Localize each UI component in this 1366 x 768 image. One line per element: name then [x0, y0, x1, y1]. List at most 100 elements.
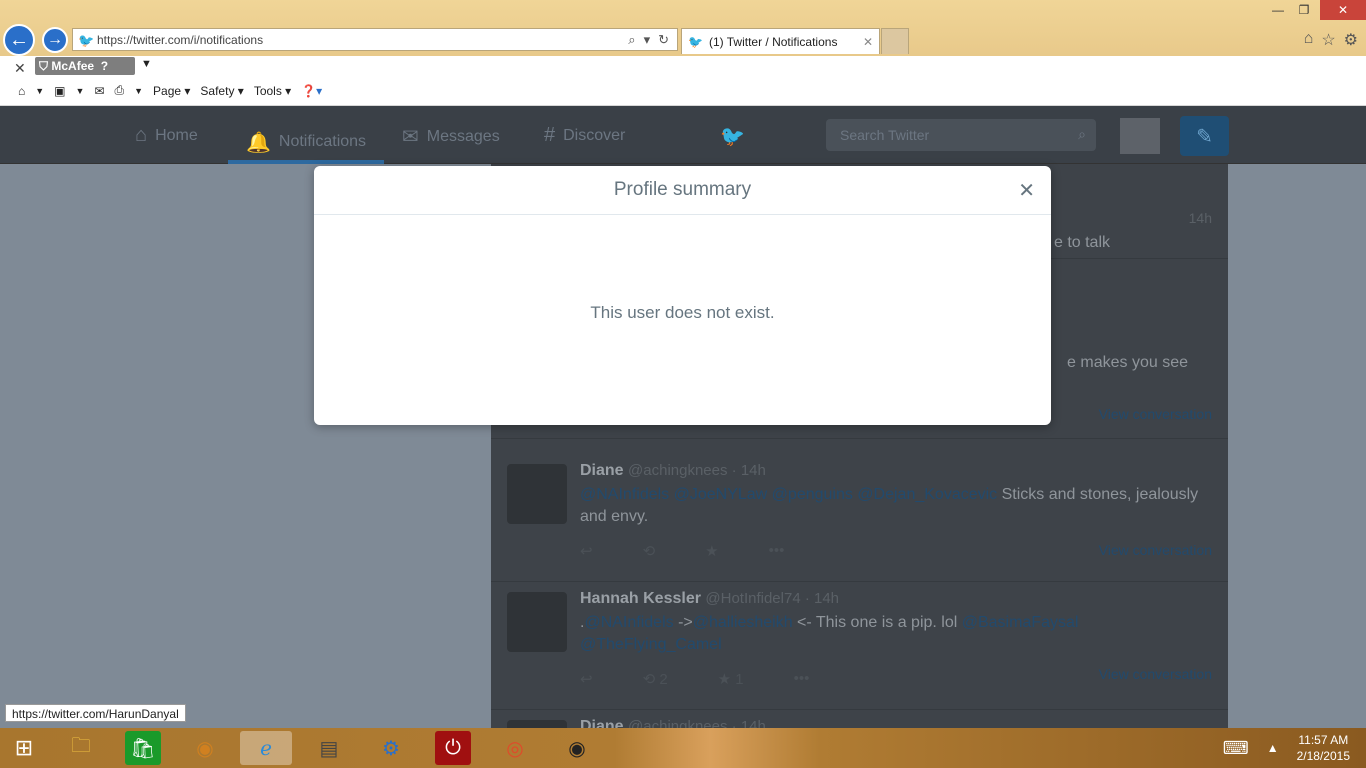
dialog-message: This user does not exist. — [590, 303, 775, 322]
hashtag-icon: # — [544, 124, 556, 146]
table-row: Hannah Kessler @HotInfidel74 · 14h .@NAI… — [491, 582, 1228, 710]
favorites-star-icon[interactable]: ☆ — [1321, 30, 1335, 50]
search-icon[interactable]: ⌕ — [628, 32, 635, 48]
windows-start-icon[interactable]: ⊞ — [6, 731, 42, 765]
tweet-actions: ↩ ⟲ ★ ••• — [580, 542, 784, 560]
page-content: ⌂ Home 🔔 Notifications ✉ Messages # Disc… — [0, 106, 1366, 728]
dropdown-icon[interactable]: ▼ — [35, 86, 44, 96]
compose-tweet-button[interactable]: ✎ — [1180, 116, 1229, 156]
timestamp: 14h — [1188, 210, 1212, 226]
help-icon[interactable]: ❓▾ — [301, 84, 322, 98]
system-tray: ⌨ ▲ 11:57 AM 2/18/2015 — [1223, 728, 1366, 768]
avatar[interactable] — [1120, 118, 1160, 154]
dialog-title: Profile summary — [613, 179, 752, 200]
tools-menu[interactable]: Tools ▾ — [254, 84, 291, 98]
clock[interactable]: 11:57 AM 2/18/2015 — [1297, 732, 1350, 764]
help-icon: ? — [100, 59, 109, 73]
address-url[interactable]: https://twitter.com/i/notifications — [97, 33, 628, 47]
close-toolbar-icon[interactable]: ✕ — [14, 60, 26, 77]
internet-explorer-icon[interactable]: ℯ — [240, 731, 292, 765]
dropdown-icon[interactable]: ▼ — [134, 86, 143, 96]
safety-menu[interactable]: Safety ▾ — [200, 84, 243, 98]
favorite-star-icon[interactable]: ★ 1 — [718, 670, 744, 688]
tweet-author[interactable]: Diane @achingknees · 14h — [580, 718, 766, 728]
document-app-icon[interactable]: ▤ — [311, 731, 347, 765]
table-row: Diane @achingknees · 14h @NAInfidels @Jo… — [491, 454, 1228, 582]
minimize-button[interactable]: — — [1268, 0, 1288, 20]
profile-summary-dialog: Profile summary ✕ This user does not exi… — [314, 166, 1051, 425]
close-window-button[interactable]: ✕ — [1320, 0, 1366, 20]
dropdown-icon[interactable]: ▾ — [644, 32, 651, 48]
home-icon: ⌂ — [135, 124, 148, 146]
gear-icon[interactable]: ⚙ — [1344, 30, 1358, 50]
home-icon[interactable]: ⌂ — [18, 84, 25, 98]
nav-discover[interactable]: # Discover — [544, 124, 625, 147]
power-icon[interactable]: ⏻ — [435, 731, 471, 765]
address-bar[interactable]: 🐦 https://twitter.com/i/notifications ⌕ … — [72, 28, 678, 51]
tweet-text: @NAInfidels @JoeNYLaw @penguins @Dejan_K… — [580, 486, 1199, 525]
chevron-up-icon[interactable]: ▲ — [1267, 741, 1279, 755]
print-icon[interactable]: ⎙ — [115, 83, 125, 98]
settings-app-icon[interactable]: ⚙ — [373, 731, 409, 765]
view-conversation-link[interactable]: View conversation — [1099, 542, 1212, 558]
view-conversation-link[interactable]: View conversation — [1099, 406, 1212, 422]
close-tab-icon[interactable]: ✕ — [863, 35, 873, 49]
twitter-nav: ⌂ Home 🔔 Notifications ✉ Messages # Disc… — [0, 106, 1366, 164]
table-row: Diane @achingknees · 14h — [491, 710, 1228, 728]
dialog-header: Profile summary ✕ — [314, 166, 1051, 215]
restore-button[interactable]: ❐ — [1294, 0, 1314, 20]
nav-home[interactable]: ⌂ Home — [135, 124, 198, 147]
retweet-icon[interactable]: ⟲ — [643, 542, 656, 560]
new-tab-button[interactable] — [881, 28, 909, 54]
file-explorer-icon[interactable]: 🗀 — [63, 731, 99, 765]
home-icon[interactable]: ⌂ — [1304, 30, 1314, 50]
forward-button[interactable]: → — [42, 27, 68, 53]
tab-title: (1) Twitter / Notifications — [708, 34, 838, 49]
nav-notifications[interactable]: 🔔 Notifications — [228, 124, 385, 164]
twitter-favicon-icon: 🐦 — [78, 33, 95, 48]
media-player-icon[interactable]: ◉ — [559, 731, 595, 765]
back-button[interactable]: ← — [3, 24, 35, 56]
mcafee-shield-icon: ⛉ — [39, 58, 49, 73]
search-input[interactable]: Search Twitter ⌕ — [826, 119, 1096, 151]
envelope-icon: ✉ — [402, 126, 419, 148]
avatar[interactable] — [507, 720, 567, 728]
retweet-icon[interactable]: ⟲ 2 — [643, 670, 668, 688]
clock-time: 11:57 AM — [1298, 733, 1349, 747]
search-icon[interactable]: ⌕ — [1078, 126, 1086, 143]
twitter-favicon-icon: 🐦 — [688, 34, 703, 49]
tweet-author[interactable]: Hannah Kessler @HotInfidel74 · 14h — [580, 590, 839, 608]
store-icon[interactable]: 🛍 — [125, 731, 161, 765]
dropdown-icon[interactable]: ▼ — [76, 86, 85, 96]
clock-date: 2/18/2015 — [1296, 749, 1350, 763]
tweet-text: .@NAInfidels ->@halliesheikh <- This one… — [580, 614, 1079, 653]
nav-messages[interactable]: ✉ Messages — [402, 124, 500, 149]
mcafee-button[interactable]: ⛉ McAfee ? — [35, 57, 135, 75]
bell-icon: 🔔 — [246, 131, 271, 154]
reply-icon[interactable]: ↩ — [580, 542, 593, 560]
avatar[interactable] — [507, 464, 567, 524]
tweet-actions: ↩ ⟲ 2 ★ 1 ••• — [580, 670, 809, 688]
more-icon[interactable]: ••• — [769, 542, 785, 560]
keyboard-icon[interactable]: ⌨ — [1223, 738, 1249, 759]
more-icon[interactable]: ••• — [794, 670, 810, 688]
mcafee-dropdown-icon[interactable]: ▼ — [141, 58, 152, 70]
avatar[interactable] — [507, 592, 567, 652]
mail-icon[interactable]: ✉ — [94, 84, 104, 98]
close-icon[interactable]: ✕ — [1018, 178, 1035, 203]
refresh-icon[interactable]: ↻ — [658, 32, 669, 48]
twitter-bird-logo-icon[interactable]: 🐦 — [720, 124, 745, 149]
feeds-icon[interactable]: ▣ — [54, 84, 65, 98]
windows-taskbar: ⊞ 🗀 🛍 ◉ ℯ ▤ ⚙ ⏻ ◎ ◉ ⌨ ▲ 11:57 AM 2/18/20… — [0, 728, 1366, 768]
app-icon[interactable]: ◉ — [187, 731, 223, 765]
tweet-author[interactable]: Diane @achingknees · 14h — [580, 462, 766, 480]
browser-title-bar: — ❐ ✕ ← → 🐦 https://twitter.com/i/notifi… — [0, 0, 1366, 56]
chrome-icon[interactable]: ◎ — [497, 731, 533, 765]
reply-icon[interactable]: ↩ — [580, 670, 593, 688]
status-bar-url: https://twitter.com/HarunDanyal — [5, 704, 186, 722]
mcafee-label: McAfee — [51, 59, 95, 73]
view-conversation-link[interactable]: View conversation — [1099, 666, 1212, 682]
page-menu[interactable]: Page ▾ — [153, 84, 190, 98]
favorite-star-icon[interactable]: ★ — [705, 542, 718, 560]
tab-notifications[interactable]: 🐦 (1) Twitter / Notifications ✕ — [681, 28, 880, 54]
